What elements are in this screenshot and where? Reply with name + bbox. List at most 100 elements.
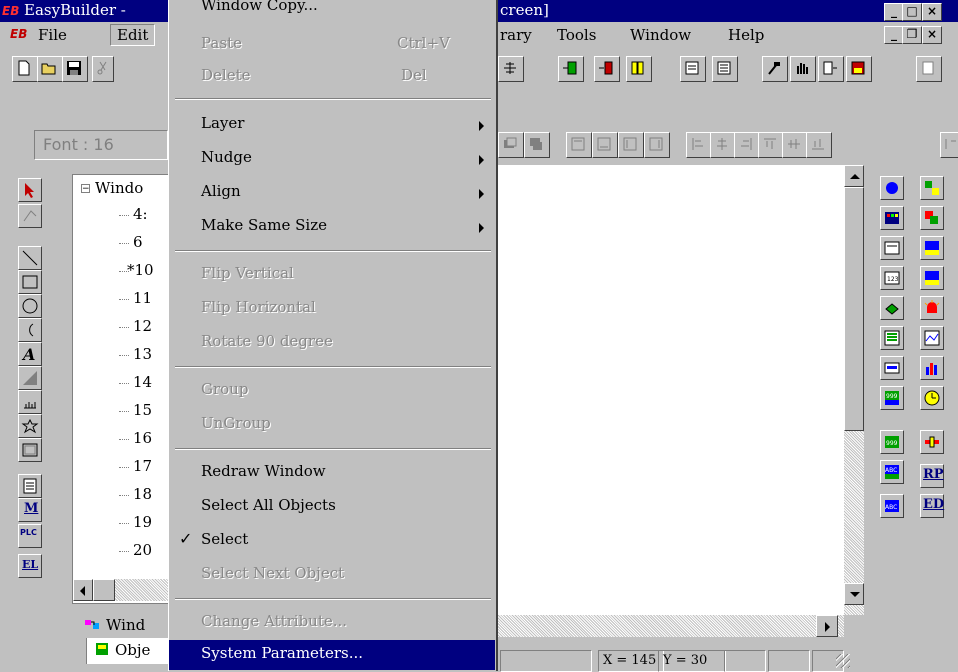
resize-grip-icon[interactable] (836, 654, 850, 668)
offline-sim-button[interactable] (818, 56, 844, 82)
menu-item-flip-horizontal[interactable]: Flip Horizontal (169, 294, 495, 324)
ed-object[interactable]: ED (920, 494, 944, 518)
text-tool[interactable]: A (18, 342, 42, 366)
menu-file[interactable]: File (38, 26, 67, 44)
new-window-button[interactable] (558, 56, 584, 82)
m-tool[interactable]: M (18, 498, 42, 522)
menu-item-system-parameters[interactable]: System Parameters... (169, 640, 495, 670)
menu-window[interactable]: Window (630, 26, 691, 44)
scroll-thumb[interactable] (844, 187, 864, 431)
tree-tab-window[interactable]: Wind (72, 612, 168, 638)
keypad-object[interactable] (920, 266, 944, 290)
compile-button[interactable] (762, 56, 788, 82)
ascii-input-object[interactable]: ABC (880, 494, 904, 518)
mdi-restore-button[interactable]: ❐ (902, 26, 922, 44)
select-pointer-tool[interactable] (18, 178, 42, 202)
cut-button[interactable] (92, 56, 114, 82)
menu-edit[interactable]: Edit (110, 24, 156, 46)
scroll-thumb[interactable] (93, 579, 115, 601)
library-book-button[interactable] (626, 56, 652, 82)
font-size-box[interactable]: Font : 16 (34, 130, 168, 160)
top-edge-button[interactable] (758, 132, 784, 158)
numeric-input-object[interactable] (920, 236, 944, 260)
layer-button-1[interactable] (498, 132, 524, 158)
clock-object[interactable] (920, 386, 944, 410)
extra-tool-button[interactable] (916, 56, 942, 82)
ascii-display-object[interactable]: ABC (880, 460, 904, 484)
layer-button-2[interactable] (524, 132, 550, 158)
multistate-lamp-object[interactable] (880, 206, 904, 230)
menu-item-redraw-window[interactable]: Redraw Window (169, 458, 495, 488)
frame-tool[interactable] (18, 438, 42, 462)
download-button[interactable] (846, 56, 872, 82)
align-bottom-button[interactable] (592, 132, 618, 158)
center-v-button[interactable] (782, 132, 808, 158)
scroll-up-button[interactable] (844, 165, 864, 187)
align-right-button[interactable] (644, 132, 670, 158)
line-tool[interactable] (18, 246, 42, 270)
menu-item-align[interactable]: Align (169, 178, 495, 208)
menu-item-paste[interactable]: Paste Ctrl+V (169, 30, 495, 60)
tree-tab-object[interactable]: Obje (86, 638, 170, 664)
circle-tool[interactable] (18, 294, 42, 318)
menu-tools[interactable]: Tools (557, 26, 596, 44)
arc-tool[interactable] (18, 318, 42, 342)
left-edge-button[interactable] (686, 132, 712, 158)
polygon-tool[interactable] (18, 414, 42, 438)
histogram-object[interactable] (920, 356, 944, 380)
data-display-object[interactable]: 999 (880, 386, 904, 410)
bar-graph-object[interactable] (880, 326, 904, 350)
center-h-button[interactable] (710, 132, 736, 158)
canvas-hscroll[interactable] (498, 615, 844, 637)
trend-object[interactable] (880, 296, 904, 320)
window-list-button[interactable] (680, 56, 706, 82)
menu-item-select[interactable]: ✓ Select (169, 526, 495, 556)
menu-item-rotate-90[interactable]: Rotate 90 degree (169, 328, 495, 358)
mdi-minimize-button[interactable]: _ (884, 26, 904, 44)
notes-tool[interactable] (18, 474, 42, 498)
window-props-button[interactable] (712, 56, 738, 82)
menu-item-layer[interactable]: Layer (169, 110, 495, 140)
copy-window-button[interactable] (594, 56, 620, 82)
save-button[interactable] (62, 56, 88, 82)
align-top-button[interactable] (566, 132, 592, 158)
menu-help[interactable]: Help (728, 26, 764, 44)
align-tool-button[interactable] (498, 56, 524, 82)
right-edge-button[interactable] (734, 132, 760, 158)
scroll-left-button[interactable] (73, 579, 93, 601)
menu-item-group[interactable]: Group (169, 376, 495, 406)
menu-library[interactable]: rary (500, 26, 532, 44)
bottom-edge-button[interactable] (806, 132, 832, 158)
plc-tool[interactable]: PLC (18, 524, 42, 548)
el-tool[interactable]: EL (18, 554, 42, 578)
tree-hscroll[interactable] (73, 579, 169, 601)
mdi-close-button[interactable]: × (922, 26, 942, 44)
menu-item-select-all-objects[interactable]: Select All Objects (169, 492, 495, 522)
align-left-button[interactable] (618, 132, 644, 158)
minimize-button[interactable]: _ (884, 3, 904, 21)
io-display-object[interactable] (880, 236, 904, 260)
canvas-vscroll[interactable] (844, 165, 864, 615)
slider-object[interactable] (920, 430, 944, 454)
pattern-tool[interactable] (18, 366, 42, 390)
bit-state-switch-object[interactable] (920, 176, 944, 200)
xy-plot-object[interactable] (920, 326, 944, 350)
scroll-right-button[interactable] (816, 615, 838, 637)
alarm-object[interactable] (920, 296, 944, 320)
menu-item-delete[interactable]: Delete Del (169, 62, 495, 92)
numeric-display-object[interactable]: 123 (880, 266, 904, 290)
menu-item-flip-vertical[interactable]: Flip Vertical (169, 260, 495, 290)
window-tree[interactable]: − Windo 4: 6 *10 11 12 13 14 15 16 17 18… (72, 174, 170, 604)
reshape-tool[interactable] (18, 204, 42, 228)
menu-item-nudge[interactable]: Nudge (169, 144, 495, 174)
data-input-object[interactable]: 999 (880, 430, 904, 454)
word-switch-object[interactable] (920, 206, 944, 230)
maximize-button[interactable]: □ (902, 3, 922, 21)
menu-item-change-attribute[interactable]: Change Attribute... (169, 608, 495, 638)
scroll-down-button[interactable] (844, 583, 864, 605)
rp-object[interactable]: RP (920, 464, 944, 488)
meter-object[interactable] (880, 356, 904, 380)
spacing-button[interactable] (940, 132, 958, 158)
close-button[interactable]: × (922, 3, 942, 21)
bit-lamp-object[interactable] (880, 176, 904, 200)
